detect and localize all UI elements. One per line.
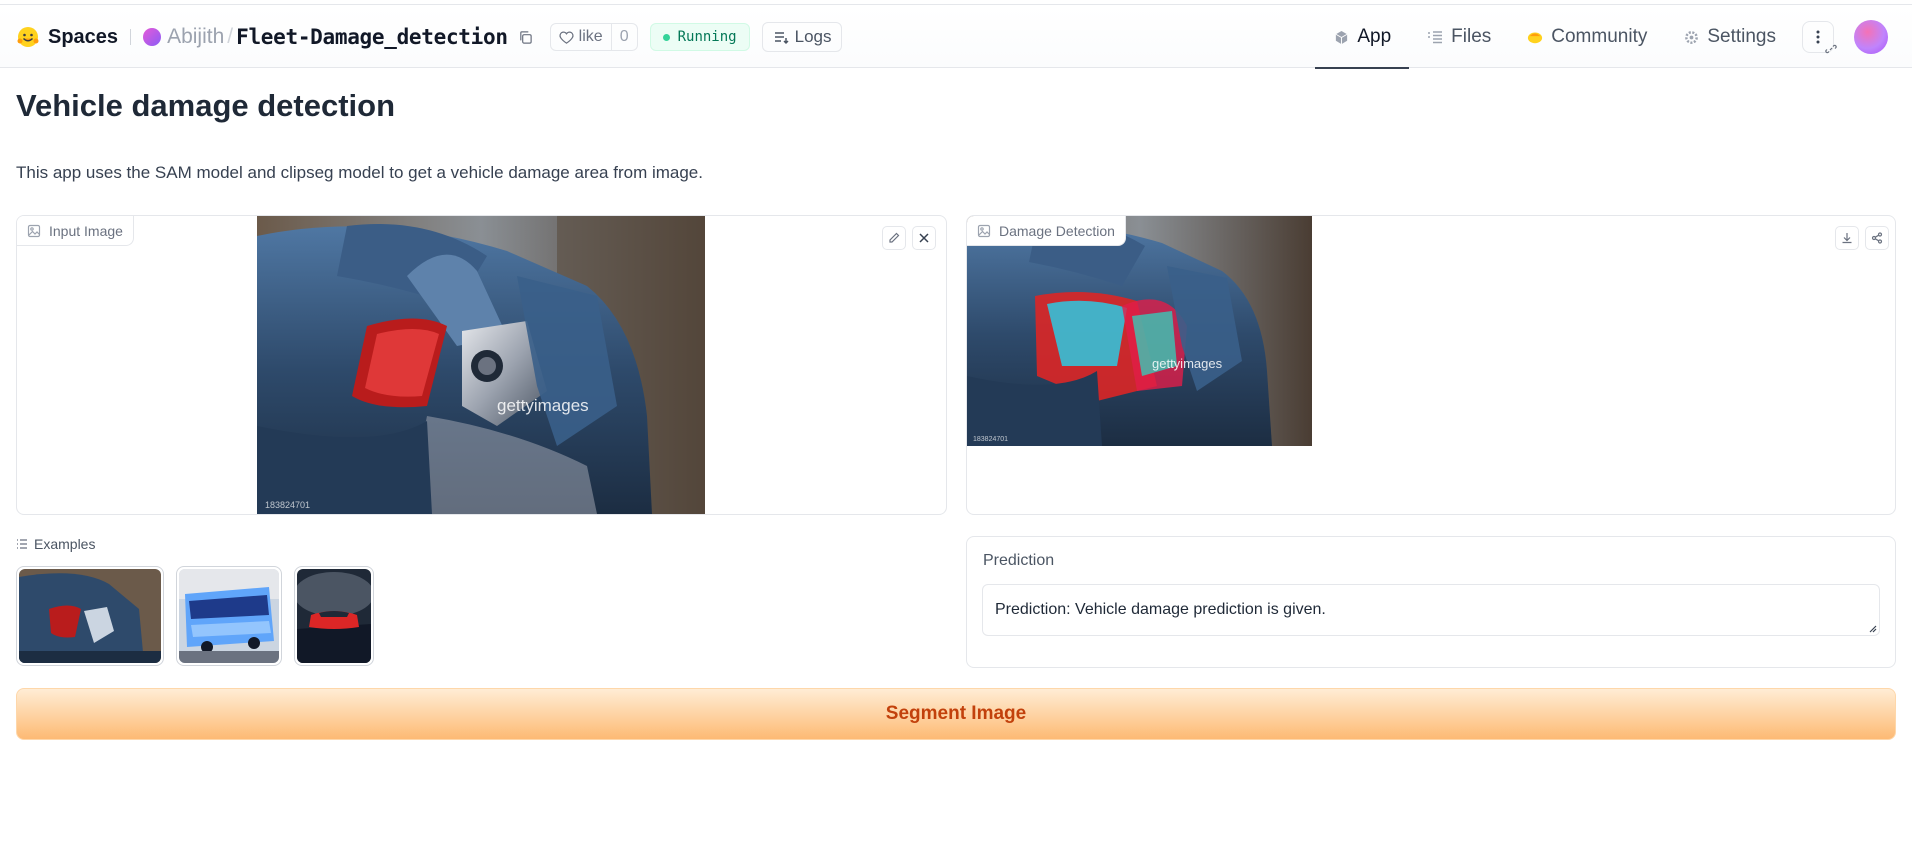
tab-settings-label: Settings — [1707, 26, 1776, 47]
list-icon — [17, 539, 27, 549]
more-options-button[interactable] — [1802, 21, 1837, 54]
watermark-text: gettyimages — [497, 396, 589, 415]
owner-avatar[interactable] — [143, 28, 162, 46]
damage-detection-panel: gettyimages 183824701 Damage Detection — [966, 215, 1896, 515]
damage-detection-image: gettyimages 183824701 — [967, 216, 1312, 446]
logs-icon — [774, 32, 789, 45]
owner-link[interactable]: Abijith — [167, 25, 224, 49]
gear-icon — [1683, 29, 1699, 45]
repo-name-link[interactable]: Fleet-Damage_detection — [236, 25, 508, 49]
files-icon — [1427, 29, 1443, 45]
like-button[interactable]: like 0 — [549, 23, 638, 51]
tab-files[interactable]: Files — [1409, 6, 1509, 68]
copy-icon[interactable] — [516, 27, 536, 47]
image-icon — [27, 224, 41, 237]
like-toggle[interactable]: like — [551, 24, 612, 50]
share-button[interactable] — [1865, 226, 1889, 250]
top-nav: Spaces Abijith / Fleet-Damage_detection … — [0, 6, 1912, 69]
segment-image-button[interactable]: Segment Image — [16, 688, 1896, 740]
tab-files-label: Files — [1451, 26, 1492, 47]
heart-icon — [559, 31, 574, 44]
tab-settings[interactable]: Settings — [1665, 6, 1794, 68]
prediction-label: Prediction — [983, 552, 1055, 569]
watermark-text: gettyimages — [1152, 356, 1223, 371]
status-dot-icon — [662, 33, 670, 41]
tab-app[interactable]: App — [1315, 6, 1409, 69]
app-description: This app uses the SAM model and clipseg … — [16, 163, 703, 182]
status-label: Running — [677, 29, 737, 45]
prediction-textbox[interactable]: Prediction: Vehicle damage prediction is… — [982, 584, 1880, 636]
tab-community-label: Community — [1551, 26, 1648, 47]
image-id-text: 183824701 — [265, 500, 310, 510]
like-count[interactable]: 0 — [612, 24, 637, 50]
input-image-panel[interactable]: Input Image gettyimages 183824701 — [16, 215, 947, 515]
link-icon — [1825, 44, 1837, 54]
space-header: Spaces Abijith / Fleet-Damage_detection … — [16, 6, 843, 68]
spaces-link[interactable]: Spaces — [48, 26, 118, 49]
example-thumbnail-red-car[interactable] — [294, 566, 374, 666]
tab-community[interactable]: Community — [1509, 6, 1665, 68]
examples-gallery — [16, 566, 374, 666]
share-icon — [1871, 232, 1883, 244]
path-separator: / — [227, 25, 234, 48]
kebab-menu-icon — [1816, 30, 1820, 44]
example-thumbnail-blue-car[interactable] — [16, 566, 164, 666]
space-tabs: App Files Community Settings — [1315, 6, 1912, 69]
hugging-face-logo-icon[interactable] — [16, 25, 40, 49]
divider — [130, 29, 132, 45]
examples-header: Examples — [16, 536, 95, 552]
logs-button[interactable]: Logs — [761, 22, 843, 52]
prediction-text: Prediction: Vehicle damage prediction is… — [995, 601, 1326, 618]
resize-handle-icon[interactable] — [1867, 623, 1877, 633]
download-button[interactable] — [1835, 226, 1859, 250]
close-icon — [919, 233, 929, 243]
app-cube-icon — [1333, 29, 1349, 45]
input-car-image: gettyimages 183824701 — [257, 216, 705, 514]
input-image-label: Input Image — [17, 216, 134, 246]
like-label: like — [578, 28, 603, 45]
edit-button[interactable] — [882, 226, 906, 250]
image-id-text: 183824701 — [973, 436, 1008, 443]
pencil-icon — [889, 232, 900, 243]
tab-app-label: App — [1357, 26, 1392, 47]
status-badge[interactable]: Running — [649, 23, 750, 51]
download-icon — [1842, 233, 1852, 244]
example-thumbnail-bus[interactable] — [176, 566, 282, 666]
community-icon — [1527, 29, 1543, 45]
damage-detection-label: Damage Detection — [967, 216, 1126, 246]
user-avatar[interactable] — [1854, 20, 1888, 54]
clear-image-button[interactable] — [912, 226, 936, 250]
image-icon — [977, 224, 991, 237]
top-border — [0, 0, 1912, 5]
logs-label: Logs — [794, 27, 832, 46]
page-title: Vehicle damage detection — [16, 88, 396, 123]
prediction-panel: Prediction Prediction: Vehicle damage pr… — [966, 536, 1896, 668]
